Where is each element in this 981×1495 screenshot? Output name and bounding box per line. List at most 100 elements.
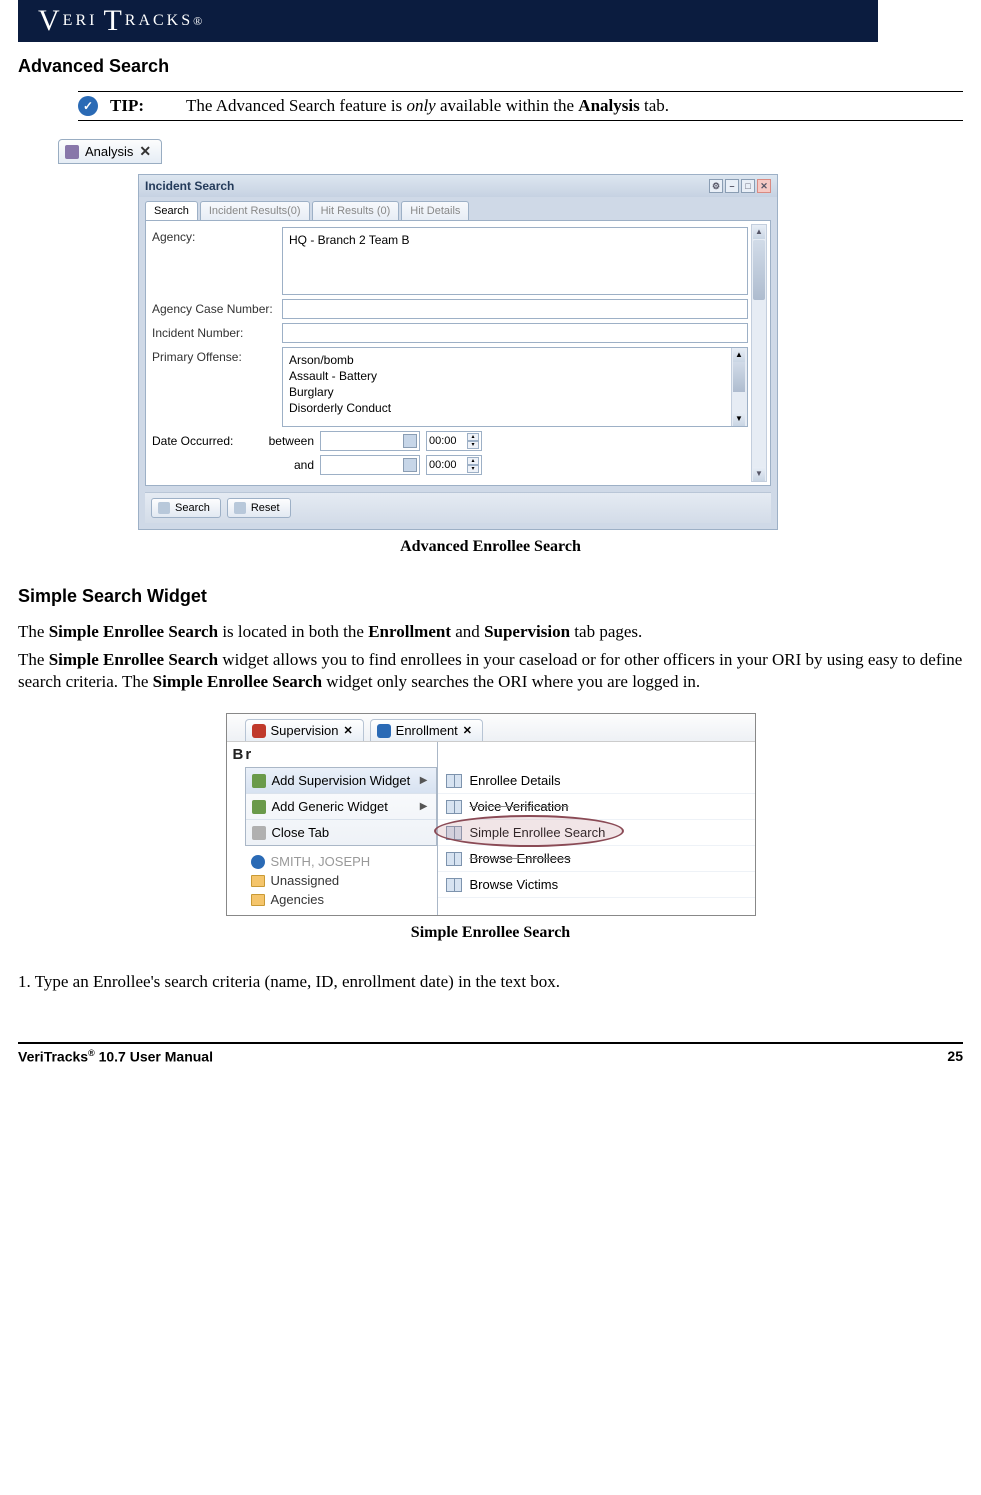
- section-heading-simple-search: Simple Search Widget: [18, 586, 963, 607]
- close-icon[interactable]: ✕: [463, 724, 472, 737]
- submenu-item-browse-enrollees[interactable]: Browse Enrollees: [438, 846, 755, 872]
- window-button-bar: Search Reset: [145, 492, 771, 523]
- case-number-input[interactable]: [282, 299, 748, 319]
- close-tab-icon: [252, 826, 266, 840]
- date-occurred-label: Date Occurred:: [152, 434, 252, 448]
- close-icon[interactable]: ✕: [343, 724, 352, 737]
- person-icon: [251, 855, 265, 869]
- offense-option[interactable]: Burglary: [287, 384, 743, 400]
- submenu: Enrollee Details Voice Verification Simp…: [438, 768, 755, 898]
- section-heading-advanced-search: Advanced Search: [18, 56, 963, 77]
- tab-hit-results[interactable]: Hit Results (0): [312, 201, 400, 220]
- search-icon: [158, 502, 170, 514]
- tab-enrollment[interactable]: Enrollment ✕: [370, 719, 483, 741]
- highlight-oval: [434, 815, 624, 847]
- page-number: 25: [947, 1048, 963, 1065]
- primary-offense-label: Primary Offense:: [152, 347, 282, 364]
- analysis-icon: [65, 145, 79, 159]
- analysis-tab-chip[interactable]: Analysis ✕: [58, 139, 162, 164]
- reset-button[interactable]: Reset: [227, 498, 291, 518]
- scroll-thumb[interactable]: [753, 240, 765, 300]
- window-settings-icon[interactable]: ⚙: [709, 179, 723, 193]
- tab-incident-results[interactable]: Incident Results(0): [200, 201, 310, 220]
- agency-listbox[interactable]: HQ - Branch 2 Team B: [282, 227, 748, 295]
- scroll-thumb[interactable]: [733, 362, 745, 392]
- window-title-text: Incident Search: [145, 179, 234, 193]
- menu-item-add-supervision-widget[interactable]: Add Supervision Widget ▶: [246, 768, 436, 794]
- folder-icon: [251, 875, 265, 887]
- offense-option[interactable]: Assault - Battery: [287, 368, 743, 384]
- window-titlebar: Incident Search ⚙ – □ ✕: [139, 175, 777, 197]
- close-icon[interactable]: ✕: [139, 143, 151, 160]
- date-from-input[interactable]: [320, 431, 420, 451]
- analysis-tab-label: Analysis: [85, 144, 133, 159]
- offense-option[interactable]: Arson/bomb: [287, 352, 743, 368]
- date-to-input[interactable]: [320, 455, 420, 475]
- page-footer: VeriTracks® 10.7 User Manual 25: [18, 1042, 963, 1065]
- offense-scrollbar[interactable]: ▲ ▼: [731, 348, 747, 426]
- tree-item-unassigned[interactable]: Unassigned: [251, 871, 431, 890]
- enrollment-icon: [377, 724, 391, 738]
- tree-item-agencies[interactable]: Agencies: [251, 890, 431, 909]
- tab-hit-details[interactable]: Hit Details: [401, 201, 469, 220]
- add-widget-icon: [252, 774, 266, 788]
- time-to-input[interactable]: 00:00 ▴▾: [426, 455, 482, 475]
- footer-doc-title: VeriTracks® 10.7 User Manual: [18, 1048, 213, 1065]
- incident-number-input[interactable]: [282, 323, 748, 343]
- logo: VERITRACKS®: [38, 4, 205, 38]
- context-menu: Add Supervision Widget ▶ Add Generic Wid…: [245, 767, 437, 846]
- step-1: 1. Type an Enrollee's search criteria (n…: [18, 972, 963, 992]
- submenu-arrow-icon: ▶: [420, 775, 428, 786]
- submenu-item-simple-enrollee-search[interactable]: Simple Enrollee Search: [438, 820, 755, 846]
- scroll-up-icon[interactable]: ▲: [753, 225, 765, 239]
- tip-callout: ✓ TIP: The Advanced Search feature is on…: [78, 91, 963, 121]
- brand-header: VERITRACKS®: [18, 0, 878, 42]
- scroll-up-icon[interactable]: ▲: [733, 348, 745, 362]
- between-label: between: [258, 434, 314, 448]
- widget-icon: [446, 852, 462, 866]
- window-tab-strip: Search Incident Results(0) Hit Results (…: [139, 197, 777, 220]
- time-from-input[interactable]: 00:00 ▴▾: [426, 431, 482, 451]
- calendar-icon[interactable]: [403, 458, 417, 472]
- figure-tabs: Supervision ✕ Enrollment ✕: [227, 714, 755, 742]
- paragraph-simple-desc: The Simple Enrollee Search widget allows…: [18, 649, 963, 693]
- time-spinner[interactable]: ▴▾: [467, 457, 479, 473]
- offense-option[interactable]: Disorderly Conduct: [287, 400, 743, 416]
- search-button[interactable]: Search: [151, 498, 221, 518]
- case-number-label: Agency Case Number:: [152, 299, 282, 316]
- search-form: ▲ ▼ Agency: HQ - Branch 2 Team B Agency …: [145, 220, 771, 486]
- time-spinner[interactable]: ▴▾: [467, 433, 479, 449]
- tip-label: TIP:: [110, 96, 144, 116]
- incident-search-window: Incident Search ⚙ – □ ✕ Search Incident …: [138, 174, 778, 530]
- menu-item-add-generic-widget[interactable]: Add Generic Widget ▶: [246, 794, 436, 820]
- calendar-icon[interactable]: [403, 434, 417, 448]
- submenu-arrow-icon: ▶: [420, 801, 428, 812]
- folder-icon: [251, 894, 265, 906]
- add-widget-icon: [252, 800, 266, 814]
- tree-item-enrollee[interactable]: SMITH, JOSEPH: [251, 852, 431, 871]
- submenu-item-browse-victims[interactable]: Browse Victims: [438, 872, 755, 898]
- tip-text: The Advanced Search feature is only avai…: [186, 96, 669, 116]
- primary-offense-listbox[interactable]: Arson/bomb Assault - Battery Burglary Di…: [282, 347, 748, 427]
- form-scrollbar[interactable]: ▲ ▼: [751, 224, 767, 482]
- figure-caption-1: Advanced Enrollee Search: [18, 538, 963, 556]
- reset-icon: [234, 502, 246, 514]
- widget-icon: [446, 800, 462, 814]
- tab-supervision[interactable]: Supervision ✕: [245, 719, 364, 741]
- incident-number-label: Incident Number:: [152, 323, 282, 340]
- figure-caption-2: Simple Enrollee Search: [18, 924, 963, 942]
- agency-value[interactable]: HQ - Branch 2 Team B: [287, 232, 743, 248]
- scroll-down-icon[interactable]: ▼: [733, 412, 745, 426]
- menu-item-close-tab[interactable]: Close Tab: [246, 820, 436, 845]
- window-minimize-icon[interactable]: –: [725, 179, 739, 193]
- window-maximize-icon[interactable]: □: [741, 179, 755, 193]
- widget-icon: [446, 878, 462, 892]
- tab-search[interactable]: Search: [145, 201, 198, 220]
- scroll-down-icon[interactable]: ▼: [753, 467, 765, 481]
- supervision-icon: [252, 724, 266, 738]
- tree-panel: SMITH, JOSEPH Unassigned Agencies: [227, 850, 437, 915]
- window-close-icon[interactable]: ✕: [757, 179, 771, 193]
- submenu-item-enrollee-details[interactable]: Enrollee Details: [438, 768, 755, 794]
- menu-figure: Supervision ✕ Enrollment ✕ Br Add Superv…: [226, 713, 756, 916]
- breadcrumb-stub: Br: [227, 742, 437, 767]
